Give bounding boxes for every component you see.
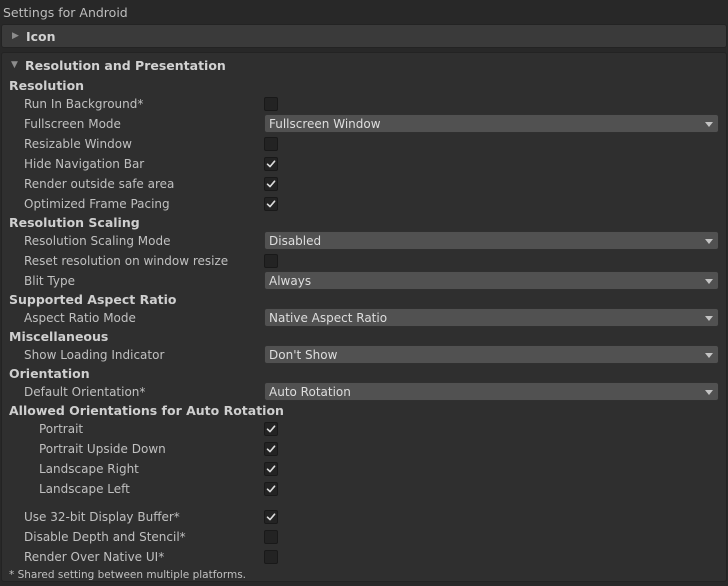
section-resolution: Resolution	[9, 78, 85, 93]
resizable-window-checkbox[interactable]	[264, 137, 278, 151]
chevron-down-icon	[705, 122, 713, 127]
portrait-upside-down-checkbox[interactable]	[264, 442, 278, 456]
row-resizable-window: Resizable Window	[0, 134, 728, 154]
shared-setting-footnote: * Shared setting between multiple platfo…	[9, 569, 247, 581]
aspect-ratio-mode-value: Native Aspect Ratio	[269, 311, 388, 325]
row-run-in-background: Run In Background*	[0, 94, 728, 114]
render-over-native-ui-label: Render Over Native UI*	[24, 550, 165, 564]
aspect-ratio-mode-dropdown[interactable]: Native Aspect Ratio	[264, 308, 719, 327]
blit-type-dropdown[interactable]: Always	[264, 271, 719, 290]
show-loading-indicator-value: Don't Show	[269, 348, 338, 362]
default-orientation-label: Default Orientation*	[24, 385, 146, 399]
reset-resolution-label: Reset resolution on window resize	[24, 254, 229, 268]
row-disable-depth-stencil: Disable Depth and Stencil*	[0, 527, 728, 547]
checkmark-icon	[266, 465, 276, 473]
resolution-scaling-mode-label: Resolution Scaling Mode	[24, 234, 171, 248]
row-portrait: Portrait	[0, 419, 728, 439]
icon-foldout-label: Icon	[26, 28, 56, 44]
checkmark-icon	[266, 425, 276, 433]
section-orientation: Orientation	[9, 366, 90, 381]
hide-navigation-bar-label: Hide Navigation Bar	[24, 157, 145, 171]
portrait-upside-down-label: Portrait Upside Down	[39, 442, 166, 456]
reset-resolution-checkbox[interactable]	[264, 254, 278, 268]
chevron-down-icon	[705, 316, 713, 321]
show-loading-indicator-dropdown[interactable]: Don't Show	[264, 345, 719, 364]
row-resolution-scaling-mode: Resolution Scaling Mode Disabled	[0, 231, 728, 251]
row-portrait-upside-down: Portrait Upside Down	[0, 439, 728, 459]
row-landscape-right: Landscape Right	[0, 459, 728, 479]
chevron-down-icon	[705, 279, 713, 284]
row-render-outside-safe-area: Render outside safe area	[0, 174, 728, 194]
optimized-frame-pacing-checkbox[interactable]	[264, 197, 278, 211]
section-resolution-scaling: Resolution Scaling	[9, 215, 140, 230]
resolution-scaling-mode-dropdown[interactable]: Disabled	[264, 231, 719, 250]
chevron-down-icon	[705, 390, 713, 395]
row-landscape-left: Landscape Left	[0, 479, 728, 499]
hide-navigation-bar-checkbox[interactable]	[264, 157, 278, 171]
chevron-down-icon	[705, 353, 713, 358]
resizable-window-label: Resizable Window	[24, 137, 132, 151]
resolution-presentation-label: Resolution and Presentation	[25, 57, 226, 73]
landscape-left-label: Landscape Left	[39, 482, 130, 496]
landscape-left-checkbox[interactable]	[264, 482, 278, 496]
section-allowed-orientations: Allowed Orientations for Auto Rotation	[9, 403, 284, 418]
row-optimized-frame-pacing: Optimized Frame Pacing	[0, 194, 728, 214]
aspect-ratio-mode-label: Aspect Ratio Mode	[24, 311, 136, 325]
fullscreen-mode-label: Fullscreen Mode	[24, 117, 121, 131]
row-show-loading-indicator: Show Loading Indicator Don't Show	[0, 345, 728, 365]
default-orientation-value: Auto Rotation	[269, 385, 351, 399]
use-32bit-display-buffer-label: Use 32-bit Display Buffer*	[24, 510, 180, 524]
resolution-presentation-header[interactable]: ▼ Resolution and Presentation	[11, 55, 226, 75]
section-miscellaneous: Miscellaneous	[9, 329, 109, 344]
disable-depth-stencil-label: Disable Depth and Stencil*	[24, 530, 186, 544]
checkmark-icon	[266, 180, 276, 188]
row-blit-type: Blit Type Always	[0, 271, 728, 291]
landscape-right-label: Landscape Right	[39, 462, 139, 476]
resolution-scaling-mode-value: Disabled	[269, 234, 322, 248]
triangle-right-icon: ▶	[12, 31, 19, 41]
checkmark-icon	[266, 200, 276, 208]
section-supported-aspect-ratio: Supported Aspect Ratio	[9, 292, 177, 307]
window-title: Settings for Android	[3, 5, 128, 20]
landscape-right-checkbox[interactable]	[264, 462, 278, 476]
row-default-orientation: Default Orientation* Auto Rotation	[0, 382, 728, 402]
optimized-frame-pacing-label: Optimized Frame Pacing	[24, 197, 170, 211]
run-in-background-checkbox[interactable]	[264, 97, 278, 111]
render-outside-safe-area-checkbox[interactable]	[264, 177, 278, 191]
disable-depth-stencil-checkbox[interactable]	[264, 530, 278, 544]
checkmark-icon	[266, 445, 276, 453]
row-aspect-ratio-mode: Aspect Ratio Mode Native Aspect Ratio	[0, 308, 728, 328]
portrait-label: Portrait	[39, 422, 84, 436]
triangle-down-icon: ▼	[11, 60, 18, 70]
default-orientation-dropdown[interactable]: Auto Rotation	[264, 382, 719, 401]
run-in-background-label: Run In Background*	[24, 97, 144, 111]
checkmark-icon	[266, 513, 276, 521]
row-reset-resolution: Reset resolution on window resize	[0, 251, 728, 271]
blit-type-value: Always	[269, 274, 312, 288]
portrait-checkbox[interactable]	[264, 422, 278, 436]
row-hide-navigation-bar: Hide Navigation Bar	[0, 154, 728, 174]
fullscreen-mode-value: Fullscreen Window	[269, 117, 381, 131]
checkmark-icon	[266, 485, 276, 493]
blit-type-label: Blit Type	[24, 274, 75, 288]
show-loading-indicator-label: Show Loading Indicator	[24, 348, 165, 362]
render-outside-safe-area-label: Render outside safe area	[24, 177, 175, 191]
fullscreen-mode-dropdown[interactable]: Fullscreen Window	[264, 114, 719, 133]
icon-foldout[interactable]: ▶ Icon	[1, 24, 727, 48]
row-use-32bit-display-buffer: Use 32-bit Display Buffer*	[0, 507, 728, 527]
render-over-native-ui-checkbox[interactable]	[264, 550, 278, 564]
checkmark-icon	[266, 160, 276, 168]
row-fullscreen-mode: Fullscreen Mode Fullscreen Window	[0, 114, 728, 134]
row-render-over-native-ui: Render Over Native UI*	[0, 547, 728, 567]
use-32bit-display-buffer-checkbox[interactable]	[264, 510, 278, 524]
chevron-down-icon	[705, 239, 713, 244]
